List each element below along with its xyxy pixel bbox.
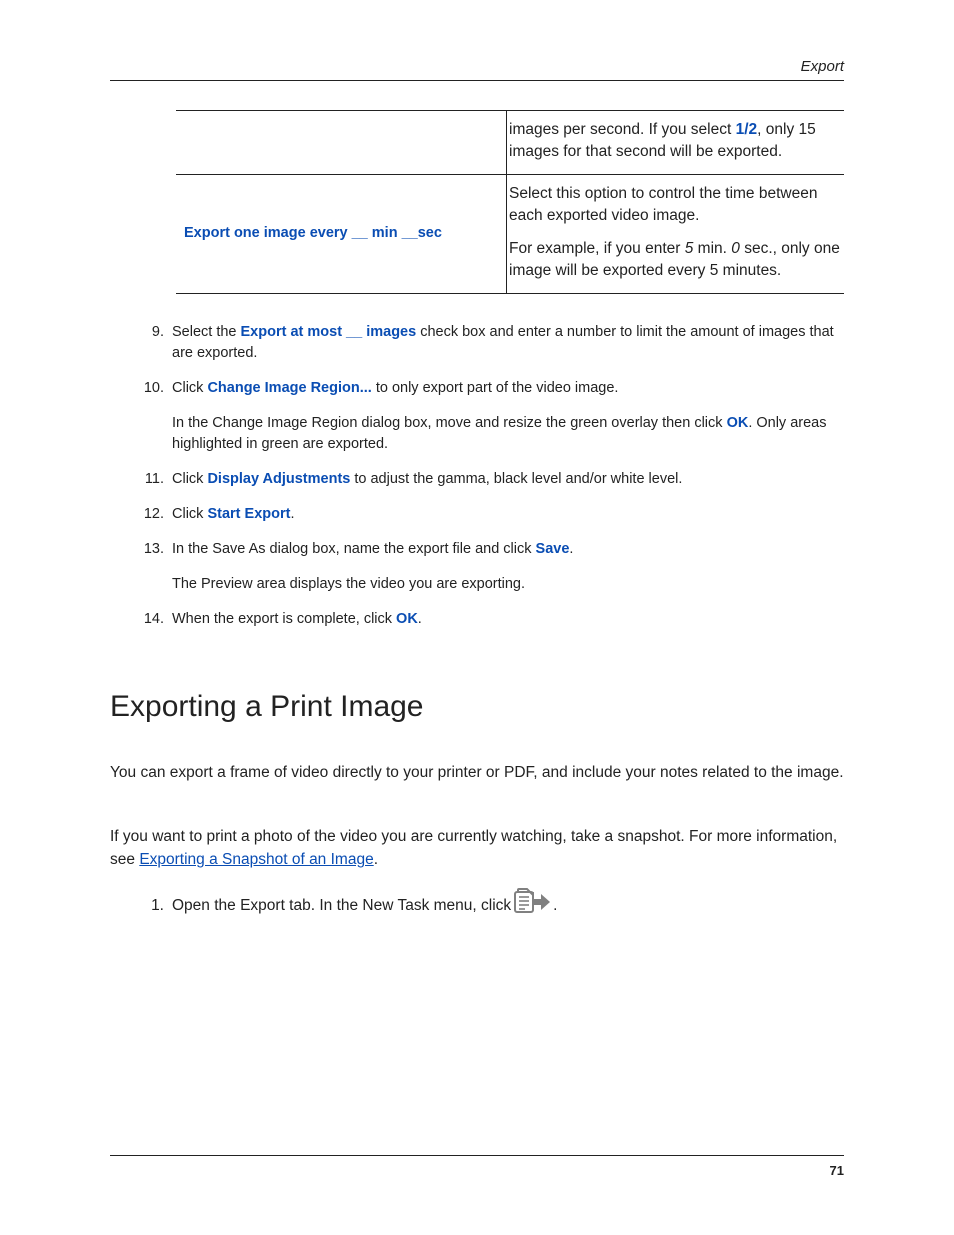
ui-label: Change Image Region... bbox=[207, 380, 371, 396]
text: Click bbox=[172, 380, 207, 396]
options-table: images per second. If you select 1/2, on… bbox=[176, 110, 844, 294]
text: . bbox=[290, 506, 294, 522]
table-cell-right: Select this option to control the time b… bbox=[506, 175, 844, 293]
table-cell-left bbox=[176, 111, 506, 174]
step-number: 9. bbox=[140, 322, 172, 364]
ui-label: Export at most __ images bbox=[241, 324, 417, 340]
step-number: 12. bbox=[140, 504, 172, 525]
step-number: 10. bbox=[140, 378, 172, 455]
export-print-icon bbox=[513, 888, 551, 923]
list-item: 9. Select the Export at most __ images c… bbox=[140, 322, 844, 364]
header-rule bbox=[110, 80, 844, 81]
text: Select the bbox=[172, 324, 241, 340]
list-item: 11. Click Display Adjustments to adjust … bbox=[140, 469, 844, 490]
ui-label: Display Adjustments bbox=[207, 471, 350, 487]
step-body: Click Change Image Region... to only exp… bbox=[172, 378, 844, 455]
step-body: Click Start Export. bbox=[172, 504, 844, 525]
section-heading: Exporting a Print Image bbox=[110, 690, 424, 724]
paragraph: You can export a frame of video directly… bbox=[110, 761, 844, 784]
text: When the export is complete, click bbox=[172, 611, 396, 627]
ui-label: OK bbox=[396, 611, 418, 627]
text: For example, if you enter bbox=[509, 240, 685, 257]
text: . bbox=[569, 541, 573, 557]
ui-label: Start Export bbox=[207, 506, 290, 522]
table-text: Select this option to control the time b… bbox=[509, 183, 840, 228]
page-header-section: Export bbox=[801, 58, 844, 75]
list-item: 12. Click Start Export. bbox=[140, 504, 844, 525]
step-number: 13. bbox=[140, 539, 172, 595]
step-body: Select the Export at most __ images chec… bbox=[172, 322, 844, 364]
text: min. bbox=[693, 240, 731, 257]
table-text: images per second. If you select 1/2, on… bbox=[509, 119, 840, 164]
list-item: 1. Open the Export tab. In the New Task … bbox=[140, 888, 844, 923]
page-number: 71 bbox=[830, 1163, 844, 1178]
text: to adjust the gamma, black level and/or … bbox=[350, 471, 682, 487]
step-number: 1. bbox=[140, 894, 172, 917]
text: Open the Export tab. In the New Task men… bbox=[172, 894, 511, 917]
step-body: When the export is complete, click OK. bbox=[172, 609, 844, 630]
text: Click bbox=[172, 471, 207, 487]
link-exporting-snapshot[interactable]: Exporting a Snapshot of an Image bbox=[139, 851, 373, 868]
text: . bbox=[553, 894, 557, 917]
option-value: 1/2 bbox=[736, 121, 758, 138]
ui-label: OK bbox=[727, 415, 749, 431]
table-cell-right: images per second. If you select 1/2, on… bbox=[506, 111, 844, 174]
steps-list-2: 1. Open the Export tab. In the New Task … bbox=[140, 888, 844, 923]
text: to only export part of the video image. bbox=[372, 380, 619, 396]
text: Click bbox=[172, 506, 207, 522]
table-row: Export one image every __ min __sec Sele… bbox=[176, 174, 844, 293]
steps-list: 9. Select the Export at most __ images c… bbox=[140, 322, 844, 644]
step-number: 14. bbox=[140, 609, 172, 630]
text: In the Save As dialog box, name the expo… bbox=[172, 541, 536, 557]
text: The Preview area displays the video you … bbox=[172, 574, 844, 595]
table-text: For example, if you enter 5 min. 0 sec.,… bbox=[509, 238, 840, 283]
example-value: 0 bbox=[731, 240, 740, 257]
text: . bbox=[418, 611, 422, 627]
list-item: 10. Click Change Image Region... to only… bbox=[140, 378, 844, 455]
list-item: 14. When the export is complete, click O… bbox=[140, 609, 844, 630]
ui-label: Save bbox=[536, 541, 570, 557]
table-row: images per second. If you select 1/2, on… bbox=[176, 111, 844, 174]
table-cell-left: Export one image every __ min __sec bbox=[176, 175, 506, 293]
step-body: Open the Export tab. In the New Task men… bbox=[172, 888, 844, 923]
paragraph: If you want to print a photo of the vide… bbox=[110, 825, 844, 872]
step-body: Click Display Adjustments to adjust the … bbox=[172, 469, 844, 490]
list-item: 13. In the Save As dialog box, name the … bbox=[140, 539, 844, 595]
step-body: In the Save As dialog box, name the expo… bbox=[172, 539, 844, 595]
step-number: 11. bbox=[140, 469, 172, 490]
text: . bbox=[374, 851, 378, 868]
text: images per second. If you select bbox=[509, 121, 736, 138]
footer-rule bbox=[110, 1155, 844, 1156]
text: In the Change Image Region dialog box, m… bbox=[172, 415, 727, 431]
